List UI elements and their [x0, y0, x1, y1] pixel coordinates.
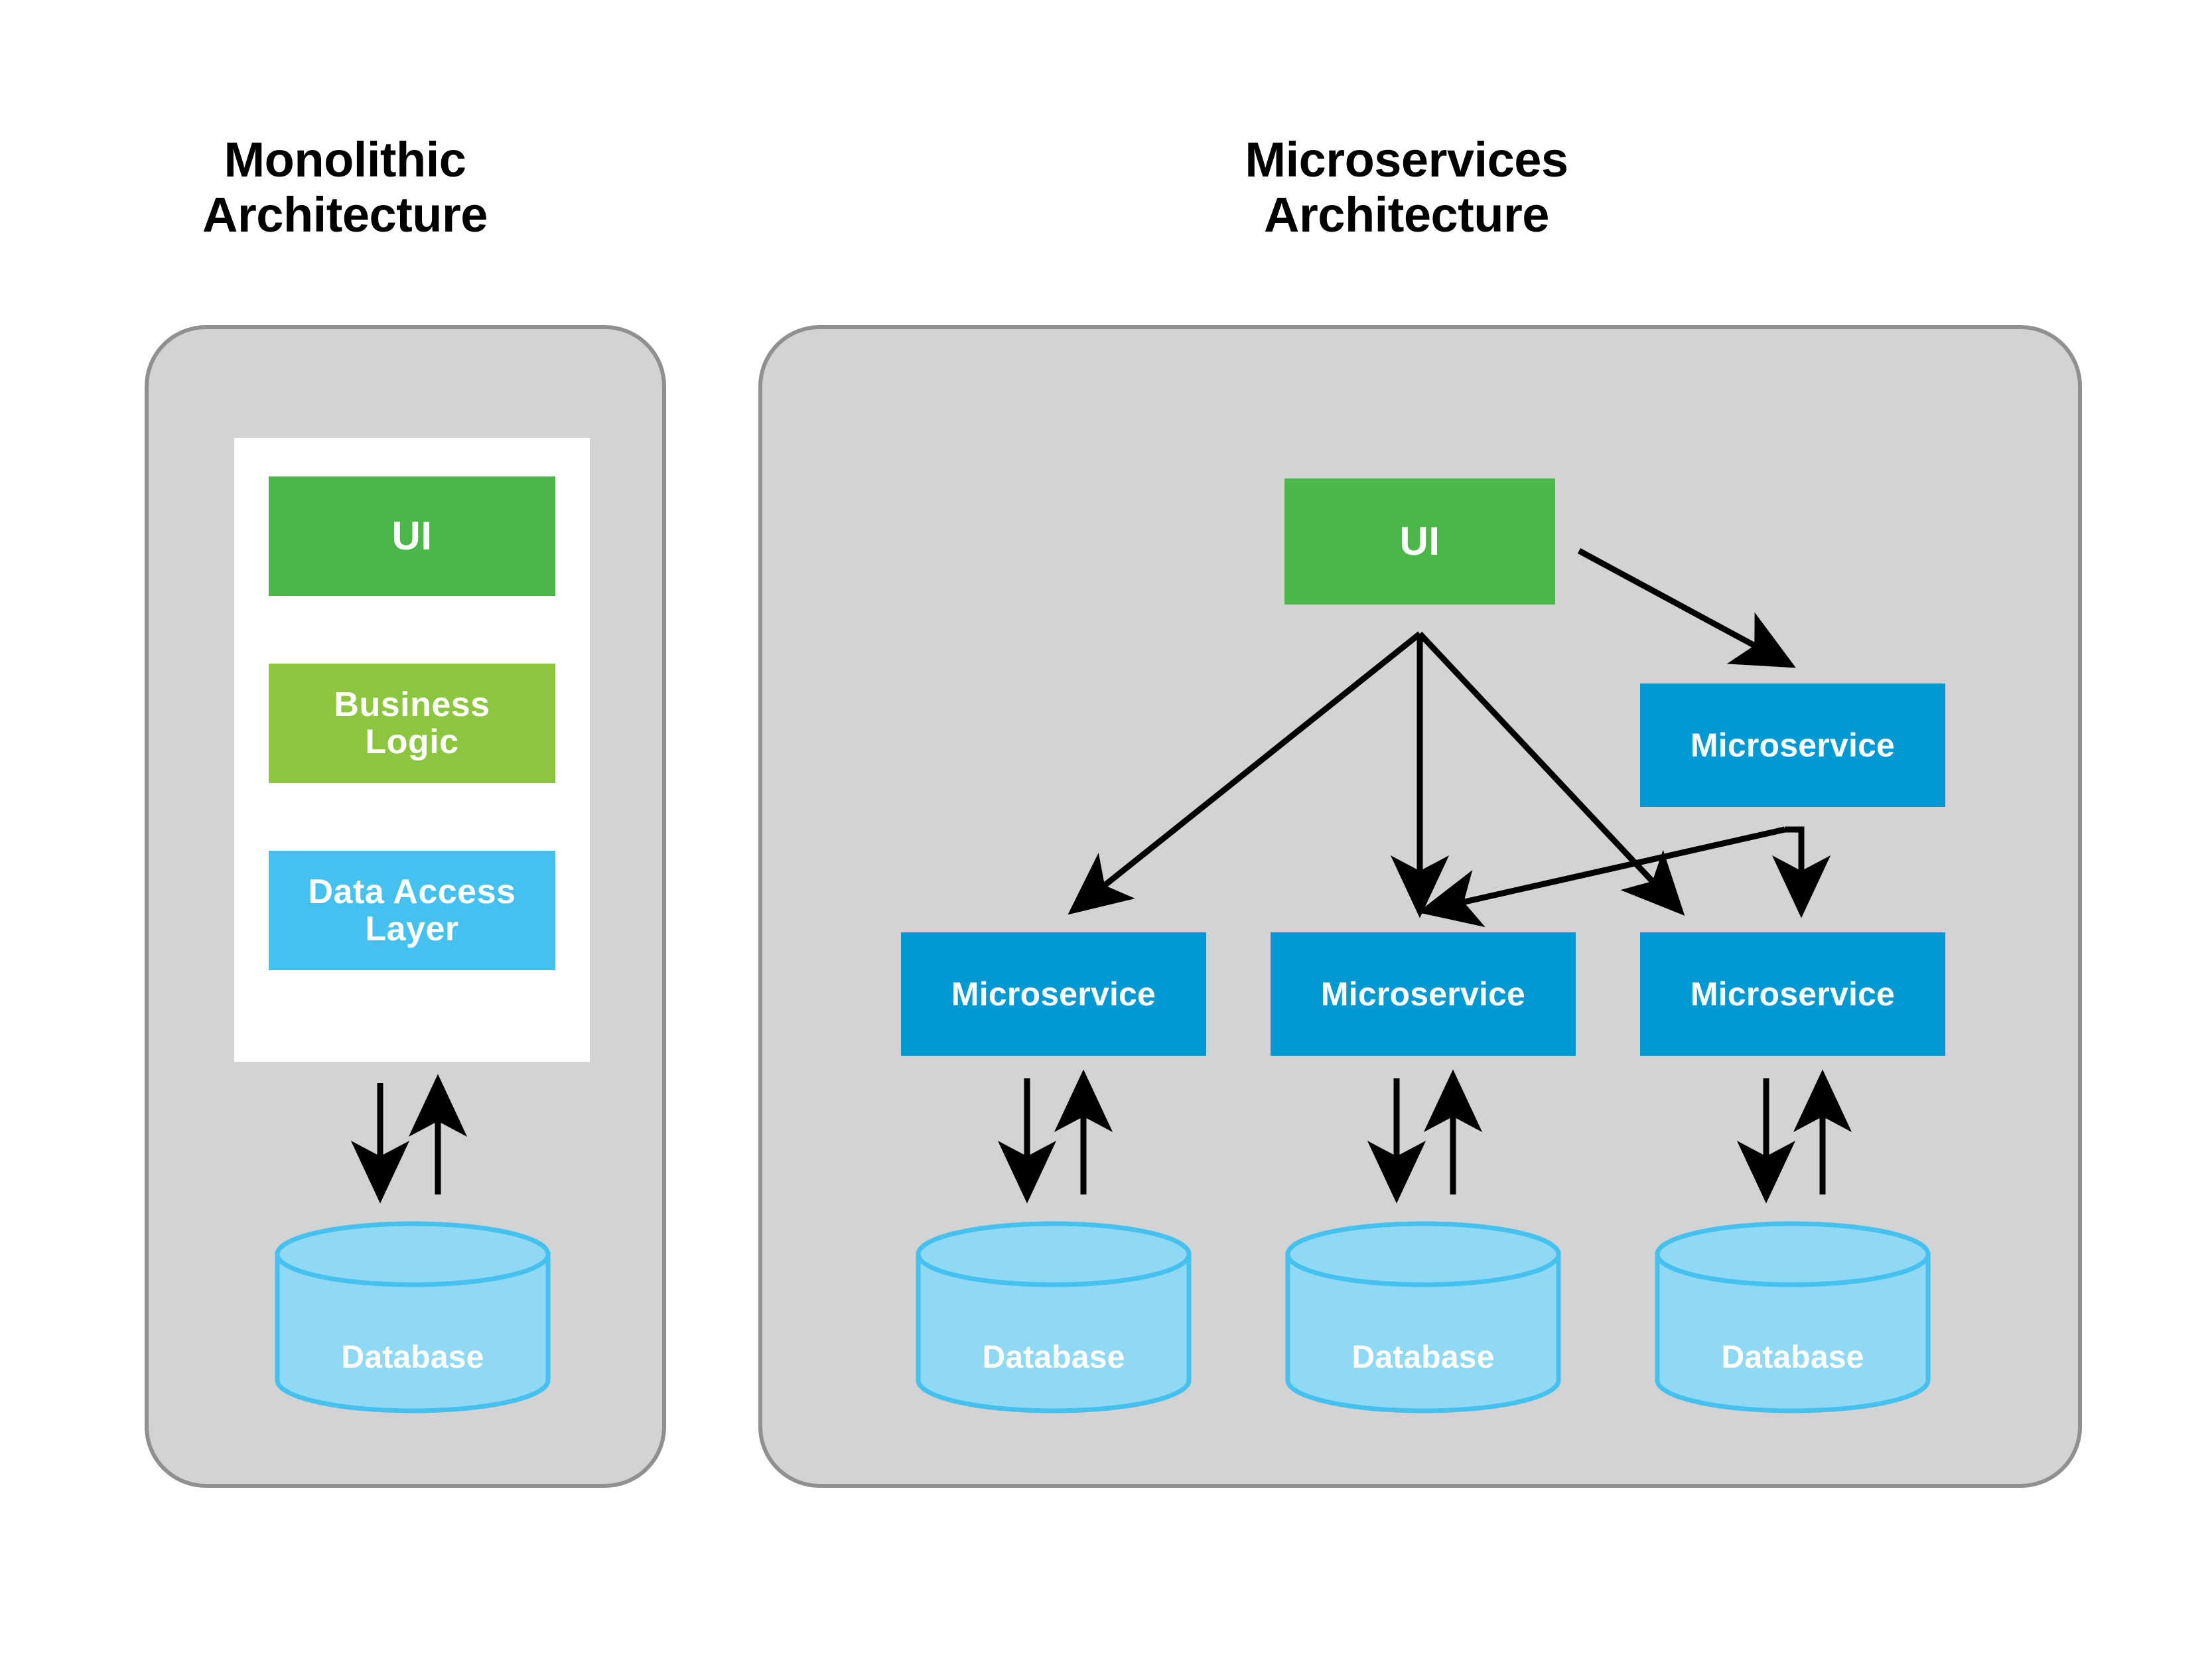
- microservice-box-middle[interactable]: Microservice: [1271, 932, 1576, 1056]
- microservice-database-cylinder-right[interactable]: Database: [1653, 1221, 1932, 1413]
- database-icon: [1655, 1221, 1931, 1413]
- monolithic-panel-title: Monolithic Architecture: [202, 132, 488, 242]
- monolith-database-cylinder[interactable]: Database: [273, 1221, 552, 1413]
- microservice-database-cylinder-middle[interactable]: Database: [1284, 1221, 1562, 1413]
- monolith-business-logic-layer[interactable]: Business Logic: [269, 664, 555, 783]
- monolith-data-access-layer[interactable]: Data Access Layer: [269, 851, 555, 970]
- database-icon: [916, 1221, 1192, 1413]
- diagram-canvas: Monolithic Architecture Microservices Ar…: [0, 0, 2212, 1659]
- database-icon: [275, 1221, 551, 1413]
- microservice-box-right[interactable]: Microservice: [1640, 932, 1945, 1056]
- microservice-box-top-right[interactable]: Microservice: [1640, 684, 1945, 807]
- microservices-panel-title: Microservices Architecture: [1245, 132, 1568, 242]
- database-icon: [1285, 1221, 1561, 1413]
- microservice-box-left[interactable]: Microservice: [901, 932, 1206, 1056]
- microservices-ui-box[interactable]: UI: [1284, 478, 1555, 605]
- monolith-ui-layer[interactable]: UI: [269, 476, 555, 596]
- microservice-database-cylinder-left[interactable]: Database: [914, 1221, 1193, 1413]
